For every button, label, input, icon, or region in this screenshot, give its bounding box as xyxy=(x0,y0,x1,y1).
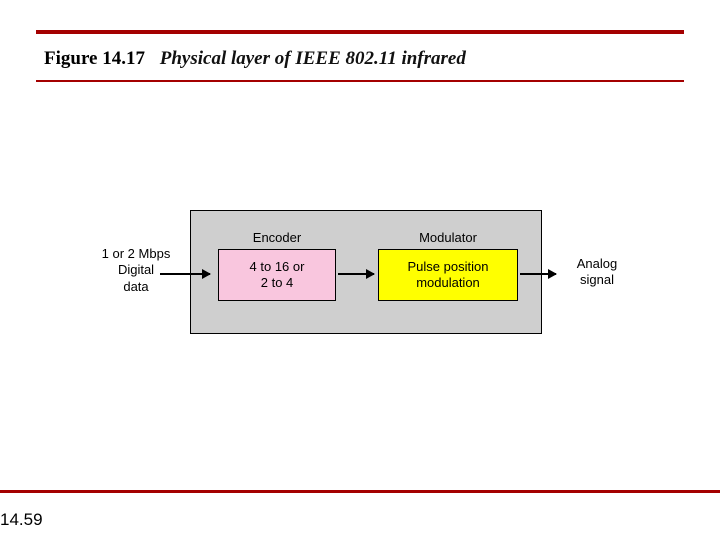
input-line2: data xyxy=(90,279,182,295)
modulator-box: Pulse position modulation xyxy=(378,249,518,301)
figure-caption: Physical layer of IEEE 802.11 infrared xyxy=(160,48,466,69)
output-line1: Analog xyxy=(562,256,632,272)
modulator-line1: Pulse position xyxy=(383,259,513,275)
input-label: 1 or 2 Mbps Digital data xyxy=(90,246,182,295)
figure-title: Figure 14.17 Physical layer of IEEE 802.… xyxy=(44,48,466,71)
output-label: Analog signal xyxy=(562,256,632,289)
arrow-encoder-to-modulator xyxy=(338,273,374,275)
physical-layer-diagram: 1 or 2 Mbps Digital data Encoder 4 to 16… xyxy=(100,210,640,340)
bottom-rule xyxy=(0,490,720,493)
modulator-title: Modulator xyxy=(378,230,518,245)
encoder-line2: 2 to 4 xyxy=(223,275,331,291)
figure-number: Figure 14.17 xyxy=(44,48,145,69)
mid-rule xyxy=(36,80,684,82)
page-number: 14.59 xyxy=(0,510,43,530)
encoder-box: 4 to 16 or 2 to 4 xyxy=(218,249,336,301)
modulator-line2: modulation xyxy=(383,275,513,291)
arrow-modulator-to-output xyxy=(520,273,556,275)
output-line2: signal xyxy=(562,272,632,288)
encoder-title: Encoder xyxy=(218,230,336,245)
top-rule xyxy=(36,30,684,34)
input-rate: 1 or 2 Mbps xyxy=(90,246,182,262)
encoder-stage: Encoder 4 to 16 or 2 to 4 xyxy=(218,230,336,301)
arrow-input-to-encoder xyxy=(160,273,210,275)
modulator-stage: Modulator Pulse position modulation xyxy=(378,230,518,301)
encoder-line1: 4 to 16 or xyxy=(223,259,331,275)
input-line1: Digital xyxy=(90,262,182,278)
